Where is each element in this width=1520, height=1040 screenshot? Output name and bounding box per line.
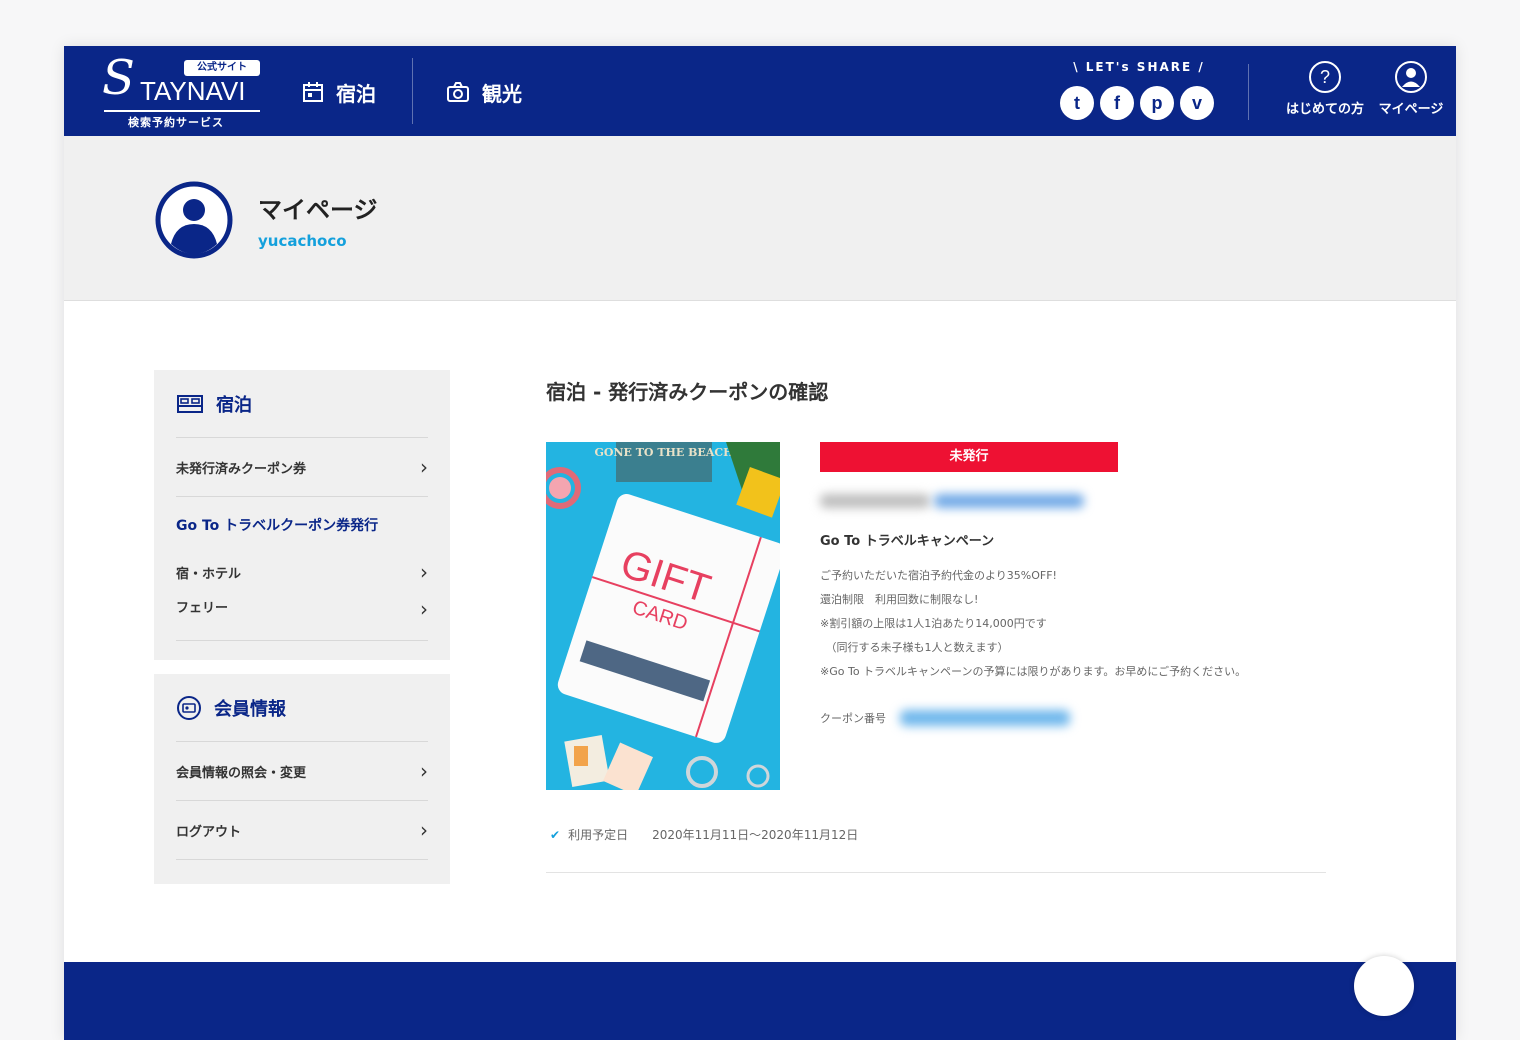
sidebar-stay-title: 宿泊 (216, 394, 252, 416)
profile-band: マイページ yucachoco (64, 136, 1456, 301)
description-line: ご予約いただいた宿泊予約代金のより35%OFF! (820, 569, 1057, 582)
twitter-icon[interactable]: t (1060, 86, 1094, 120)
description-line: 還泊制限 利用回数に制限なし! (820, 593, 979, 606)
facebook-icon[interactable]: f (1100, 86, 1134, 120)
sidebar-item-label: 宿・ホテル (176, 566, 242, 582)
chevron-right-icon: › (420, 597, 428, 621)
help-button[interactable]: ? はじめての方 (1280, 60, 1370, 124)
usage-date-label: 利用予定日 (568, 828, 629, 842)
status-badge: 未発行 (820, 442, 1118, 472)
calendar-icon (302, 81, 324, 103)
check-icon: ✔ (550, 827, 561, 842)
sidebar-member-title: 会員情報 (214, 698, 286, 720)
sidebar-item-logout[interactable]: ログアウト › (176, 801, 428, 860)
sidebar-item-label: 会員情報の照会・変更 (176, 765, 307, 781)
nav-sightseeing-label: 観光 (482, 81, 522, 106)
user-icon (1366, 60, 1456, 94)
blurred-text (820, 494, 930, 508)
nav-sightseeing[interactable]: 観光 (446, 76, 522, 108)
section-title: 宿泊 - 発行済みクーポンの確認 (546, 380, 829, 404)
scroll-to-top-button[interactable] (1354, 956, 1414, 1016)
help-icon: ? (1280, 60, 1370, 94)
sidebar-item-member-info[interactable]: 会員情報の照会・変更 › (176, 742, 428, 801)
nav-divider (412, 58, 413, 124)
sidebar-item-unissued-coupons[interactable]: 未発行済みクーポン券 › (176, 438, 428, 497)
description-line: ※割引額の上限は1人1泊あたり14,000円です (820, 617, 1047, 630)
logo-badge: 公式サイト (184, 60, 260, 76)
sidebar-stay-panel: 宿泊 未発行済みクーポン券 › Go To トラベルクーポン券発行 宿・ホテル … (154, 370, 450, 660)
browser-page: 公式サイト S TAYNAVI 検索予約サービス 宿泊 観光 \ LET's S… (64, 46, 1456, 1040)
share-divider (1248, 64, 1249, 120)
usage-date-row: ✔ 利用予定日 2020年11月11日〜2020年11月12日 (550, 826, 858, 843)
sidebar-item-label: ログアウト (176, 824, 242, 840)
share-area: \ LET's SHARE / t f p v (1054, 60, 1224, 124)
description-line: ※Go To トラベルキャンペーンの予算には限りがあります。お早めにご予約くださ… (820, 665, 1247, 678)
sidebar-item-label: 未発行済みクーポン券 (176, 461, 307, 477)
coupon-description: ご予約いただいた宿泊予約代金のより35%OFF! 還泊制限 利用回数に制限なし!… (820, 564, 1420, 684)
mypage-button[interactable]: マイページ (1366, 60, 1456, 124)
logo-name: TAYNAVI (140, 76, 246, 106)
divider (546, 872, 1326, 873)
chevron-right-icon: › (420, 560, 428, 584)
nav-stay-label: 宿泊 (336, 81, 376, 106)
pinterest-icon[interactable]: p (1140, 86, 1174, 120)
sidebar-stay-heading: 宿泊 (176, 370, 428, 438)
nav-stay[interactable]: 宿泊 (302, 76, 376, 108)
sidebar-goto-title: Go To トラベルクーポン券発行 (176, 518, 379, 534)
logo-underline (104, 110, 260, 112)
chevron-right-icon: › (420, 818, 428, 842)
help-label: はじめての方 (1285, 102, 1364, 117)
sidebar-item-hotel[interactable]: 宿・ホテル › (176, 553, 428, 591)
site-header: 公式サイト S TAYNAVI 検索予約サービス 宿泊 観光 \ LET's S… (64, 46, 1456, 136)
avatar (154, 180, 234, 260)
chevron-right-icon: › (420, 759, 428, 783)
blurred-coupon-number (900, 710, 1070, 726)
logo-subtitle: 検索予約サービス (128, 116, 224, 129)
sidebar-item-label: フェリー (176, 601, 229, 616)
chevron-right-icon: › (420, 455, 428, 479)
camera-icon (446, 81, 470, 103)
sidebar-member-heading: 会員情報 (176, 674, 428, 742)
staynavi-logo[interactable]: 公式サイト S TAYNAVI 検索予約サービス (102, 52, 262, 129)
pocket-icon[interactable]: v (1180, 86, 1214, 120)
coupon-number-label: クーポン番号 (820, 712, 886, 725)
campaign-name: Go To トラベルキャンペーン (820, 534, 995, 549)
banner-text: GONE TO THE BEACH (595, 446, 734, 459)
mypage-label: マイページ (1378, 102, 1444, 117)
usage-date-value: 2020年11月11日〜2020年11月12日 (652, 828, 859, 842)
username: yucachoco (258, 232, 347, 250)
blurred-text (934, 494, 1084, 508)
logo-mark: S (102, 50, 135, 106)
sidebar-member-panel: 会員情報 会員情報の照会・変更 › ログアウト › (154, 674, 450, 884)
description-line: （同行する未子様も1人と数えます） (820, 641, 1009, 654)
page-title: マイページ (258, 196, 378, 224)
share-title: \ LET's SHARE / (1073, 60, 1205, 74)
site-footer (64, 962, 1456, 1040)
gift-card-image: GONE TO THE BEACH GIFT CARD (546, 442, 780, 790)
member-card-icon (176, 695, 202, 721)
bed-icon (176, 393, 204, 415)
sidebar-item-ferry[interactable]: フェリー › (176, 591, 428, 641)
svg-text:?: ? (1320, 67, 1330, 87)
